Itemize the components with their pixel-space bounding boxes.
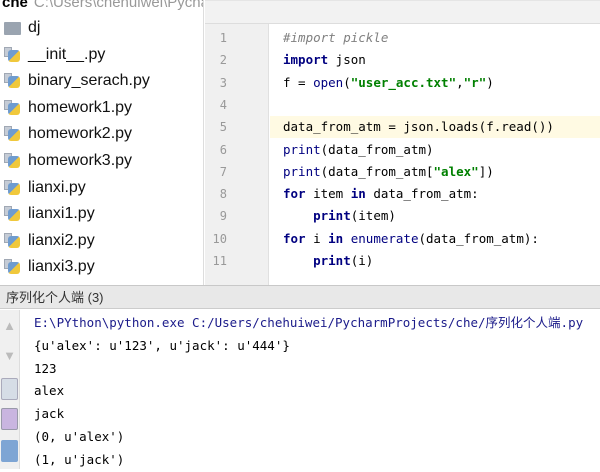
project-tree: cheC:\Users\chehuiwei\PycharmProjects\ch… bbox=[0, 0, 204, 285]
line-number: 7 bbox=[219, 164, 227, 179]
tree-item-label: lianxi3.py bbox=[28, 258, 95, 276]
code-editor[interactable]: 1 2 3 4 5 6 7 8 9 10 11 #import pickle import json f… bbox=[205, 0, 600, 285]
scroll-to-end-icon[interactable] bbox=[1, 408, 18, 430]
line-number: 1 bbox=[219, 31, 227, 45]
line-number: 10 bbox=[212, 231, 227, 246]
console-line: jack bbox=[34, 406, 65, 422]
project-root[interactable]: cheC:\Users\chehuiwei\PycharmProjects\ch… bbox=[2, 0, 203, 11]
console-line: 123 bbox=[34, 360, 57, 376]
line-number: 8 bbox=[219, 187, 227, 202]
tree-item-label: lianxi2.py bbox=[28, 231, 95, 249]
print-icon[interactable] bbox=[1, 440, 18, 462]
folder-icon bbox=[4, 20, 22, 36]
tree-item-label: homework1.py bbox=[28, 98, 133, 116]
python-file-icon bbox=[4, 46, 22, 63]
run-panel-header: 序列化个人端 (3) bbox=[0, 285, 600, 309]
code-line: import json bbox=[283, 52, 366, 68]
run-config-title: 序列化个人端 (3) bbox=[6, 290, 104, 305]
up-arrow-icon[interactable]: ▲ bbox=[1, 318, 18, 340]
code-line: print(i) bbox=[313, 253, 374, 268]
python-file-icon bbox=[4, 232, 22, 249]
tree-item-label: binary_serach.py bbox=[28, 72, 150, 90]
line-number: 5 bbox=[219, 120, 227, 135]
python-file-icon bbox=[4, 259, 22, 275]
tree-item[interactable]: __init__.py bbox=[4, 43, 105, 67]
tree-item[interactable]: binary_serach.py bbox=[4, 69, 150, 93]
tree-item-label: homework3.py bbox=[28, 152, 133, 169]
code-line: print(item) bbox=[313, 208, 396, 224]
console-line: {u'alex': u'123', u'jack': u'444'} bbox=[34, 337, 290, 353]
console-output[interactable]: E:\PYthon\python.exe C:/Users/chehuiwei/… bbox=[34, 312, 600, 469]
console-line: (1, u'jack') bbox=[34, 451, 125, 467]
soft-wrap-icon[interactable] bbox=[1, 378, 18, 400]
tree-item[interactable]: homework3.py bbox=[4, 149, 132, 173]
line-number: 11 bbox=[212, 254, 227, 268]
line-number: 4 bbox=[219, 97, 227, 112]
line-number: 9 bbox=[219, 209, 227, 224]
tree-item[interactable]: dj bbox=[4, 16, 40, 40]
code-line: print(data_from_atm) bbox=[283, 141, 434, 157]
tree-item-label: lianxi1.py bbox=[28, 205, 95, 223]
code-line: for item in data_from_atm: bbox=[283, 186, 479, 202]
code-line: #import pickle bbox=[283, 30, 389, 45]
editor-tab-bar bbox=[205, 1, 600, 24]
code-line: print(data_from_atm["alex"]) bbox=[283, 163, 494, 179]
python-file-icon bbox=[4, 179, 22, 196]
down-arrow-icon[interactable]: ▼ bbox=[1, 348, 18, 370]
line-gutter: 1 2 3 4 5 6 7 8 9 10 11 bbox=[205, 24, 269, 285]
tree-item-label: lianxi.py bbox=[28, 178, 86, 196]
code-line: data_from_atm = json.loads(f.read()) bbox=[283, 119, 554, 135]
console-line: alex bbox=[34, 383, 65, 399]
line-number: 6 bbox=[219, 142, 227, 157]
console-line: (0, u'alex') bbox=[34, 428, 125, 444]
code-line: for i in enumerate(data_from_atm): bbox=[283, 230, 539, 246]
python-file-icon bbox=[4, 99, 22, 116]
tree-item-label: __init__.py bbox=[28, 45, 106, 63]
line-number: 2 bbox=[219, 53, 227, 68]
tree-item[interactable]: lianxi2.py bbox=[4, 229, 95, 253]
python-file-icon bbox=[4, 153, 22, 169]
tree-item[interactable]: lianxi3.py bbox=[4, 255, 95, 279]
code-line: f = open("user_acc.txt","r") bbox=[283, 74, 494, 90]
tree-item-label: homework2.py bbox=[28, 125, 133, 143]
tree-item[interactable]: lianxi1.py bbox=[4, 202, 95, 226]
line-number: 3 bbox=[219, 75, 227, 90]
tree-item-label: dj bbox=[28, 19, 41, 36]
tree-item[interactable]: lianxi.py bbox=[4, 176, 86, 200]
run-toolbar: ▲ ▼ bbox=[0, 310, 20, 469]
python-file-icon bbox=[4, 73, 22, 89]
console-line: E:\PYthon\python.exe C:/Users/chehuiwei/… bbox=[34, 315, 584, 330]
python-file-icon bbox=[4, 126, 22, 142]
python-file-icon bbox=[4, 206, 22, 222]
tree-item[interactable]: homework1.py bbox=[4, 96, 132, 120]
tree-item[interactable]: homework2.py bbox=[4, 122, 132, 146]
